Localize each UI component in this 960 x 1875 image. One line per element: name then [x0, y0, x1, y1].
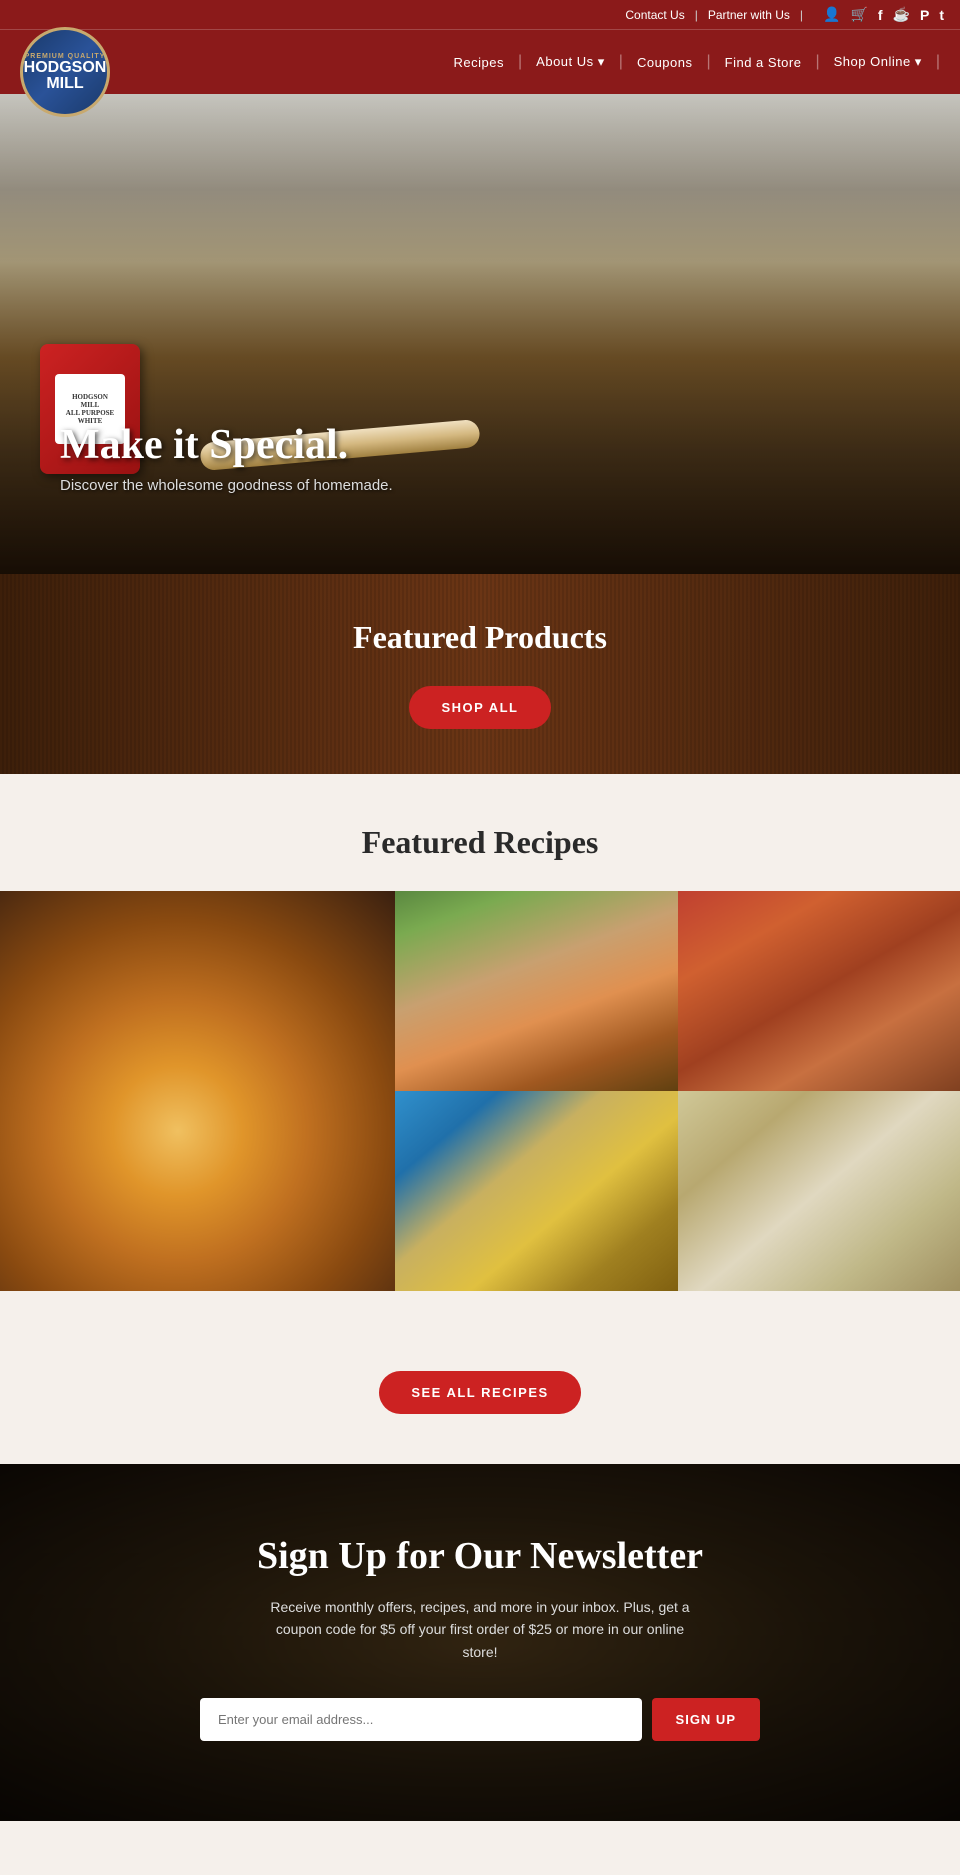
- see-all-recipes-area: SEE ALL RECIPES: [0, 1331, 960, 1464]
- nav-shop-online[interactable]: Shop Online ▾: [820, 54, 936, 70]
- navbar: PREMIUM QUALITY HODGSON MILL Recipes | A…: [0, 29, 960, 94]
- partner-with-us-link[interactable]: Partner with Us: [708, 8, 790, 22]
- featured-products-section: Featured Products SHOP ALL: [0, 574, 960, 774]
- recipe-cornbread[interactable]: [395, 1091, 678, 1291]
- featured-recipes-title: Featured Recipes: [0, 824, 960, 861]
- logo-area[interactable]: PREMIUM QUALITY HODGSON MILL: [20, 7, 110, 117]
- recipe-pancakes[interactable]: [0, 891, 395, 1291]
- contact-us-link[interactable]: Contact Us: [625, 8, 684, 22]
- instagram-icon[interactable]: ☕: [893, 6, 910, 23]
- featured-recipes-section: Featured Recipes: [0, 774, 960, 1331]
- newsletter-section: Sign Up for Our Newsletter Receive month…: [0, 1464, 960, 1821]
- logo[interactable]: PREMIUM QUALITY HODGSON MILL: [20, 27, 110, 117]
- nav-find-store[interactable]: Find a Store: [711, 55, 816, 70]
- hero-text: Make it Special. Discover the wholesome …: [60, 421, 393, 494]
- recipe-bacon-rolls[interactable]: [678, 891, 960, 1091]
- nav-about[interactable]: About Us ▾: [522, 54, 619, 70]
- newsletter-title: Sign Up for Our Newsletter: [257, 1534, 703, 1578]
- hero-overlay: [0, 94, 960, 574]
- email-form: SIGN UP: [200, 1698, 760, 1741]
- cart-icon[interactable]: 🛒: [850, 6, 867, 23]
- logo-brand-1: HODGSON: [24, 60, 107, 76]
- top-divider-2: |: [800, 8, 803, 22]
- top-divider-1: |: [695, 8, 698, 22]
- pinterest-icon[interactable]: P: [920, 7, 929, 23]
- hero-section: HODGSONMILLALL PURPOSEWHITE Make it Spec…: [0, 94, 960, 574]
- recipe-smoothie[interactable]: [395, 891, 678, 1091]
- nav-sep-5: |: [936, 53, 940, 71]
- signup-button[interactable]: SIGN UP: [652, 1698, 760, 1741]
- recipe-grid: [0, 891, 960, 1291]
- email-input[interactable]: [200, 1698, 642, 1741]
- twitter-icon[interactable]: t: [939, 7, 944, 23]
- shop-all-button[interactable]: SHOP ALL: [409, 686, 550, 729]
- newsletter-description: Receive monthly offers, recipes, and mor…: [270, 1596, 690, 1663]
- hero-subtitle: Discover the wholesome goodness of homem…: [60, 477, 393, 494]
- logo-brand-2: MILL: [46, 76, 83, 92]
- top-bar: Contact Us | Partner with Us | 👤 🛒 f ☕ P…: [0, 0, 960, 29]
- nav-links: Recipes | About Us ▾ | Coupons | Find a …: [440, 53, 940, 71]
- recipe-muffin[interactable]: [678, 1091, 960, 1291]
- facebook-icon[interactable]: f: [878, 7, 883, 23]
- recipe-right-grid: [395, 891, 960, 1291]
- top-icons: 👤 🛒 f ☕ P t: [823, 6, 944, 23]
- hero-title: Make it Special.: [60, 421, 393, 469]
- nav-coupons[interactable]: Coupons: [623, 55, 707, 70]
- see-all-recipes-button[interactable]: SEE ALL RECIPES: [379, 1371, 580, 1414]
- user-icon[interactable]: 👤: [823, 6, 840, 23]
- nav-recipes[interactable]: Recipes: [440, 55, 518, 70]
- featured-products-title: Featured Products: [353, 619, 607, 656]
